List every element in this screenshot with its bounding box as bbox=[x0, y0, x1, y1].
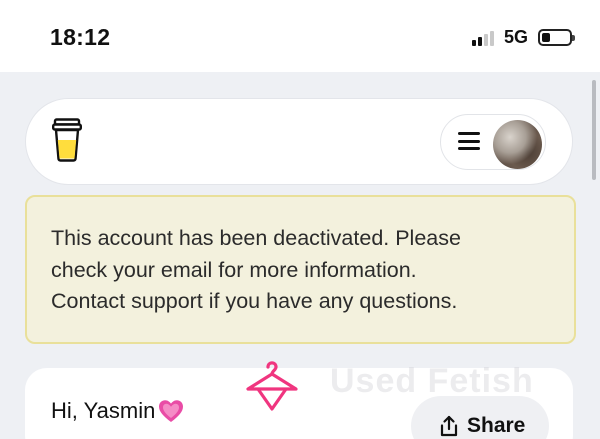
cellular-signal-icon bbox=[471, 30, 494, 46]
network-type: 5G bbox=[503, 27, 528, 47]
alert-message: This account has been deactivated. Pleas… bbox=[51, 223, 551, 318]
status-time: 18:12 bbox=[50, 24, 111, 50]
share-button[interactable]: Share bbox=[411, 396, 549, 439]
greeting-text: Hi, Yasmin bbox=[51, 398, 156, 423]
watermark-text: Used Fetish bbox=[330, 362, 534, 400]
battery-icon bbox=[538, 29, 575, 46]
share-label: Share bbox=[467, 414, 526, 437]
alert-line: This account has been deactivated. Pleas… bbox=[51, 226, 461, 250]
avatar[interactable] bbox=[493, 120, 542, 169]
alert-line: Contact support if you have any question… bbox=[51, 289, 458, 313]
heart-icon bbox=[159, 400, 184, 422]
hamburger-menu-icon[interactable] bbox=[458, 132, 480, 150]
alert-line: check your email for more information. bbox=[51, 257, 417, 282]
status-indicators: 5G bbox=[471, 27, 575, 48]
coffee-cup-icon[interactable] bbox=[52, 118, 82, 162]
status-bar: 18:12 5G bbox=[0, 0, 600, 72]
greeting: Hi, Yasmin bbox=[51, 398, 185, 424]
hanger-icon bbox=[246, 361, 298, 411]
share-upload-icon bbox=[440, 415, 458, 437]
scrollbar[interactable] bbox=[592, 80, 596, 180]
